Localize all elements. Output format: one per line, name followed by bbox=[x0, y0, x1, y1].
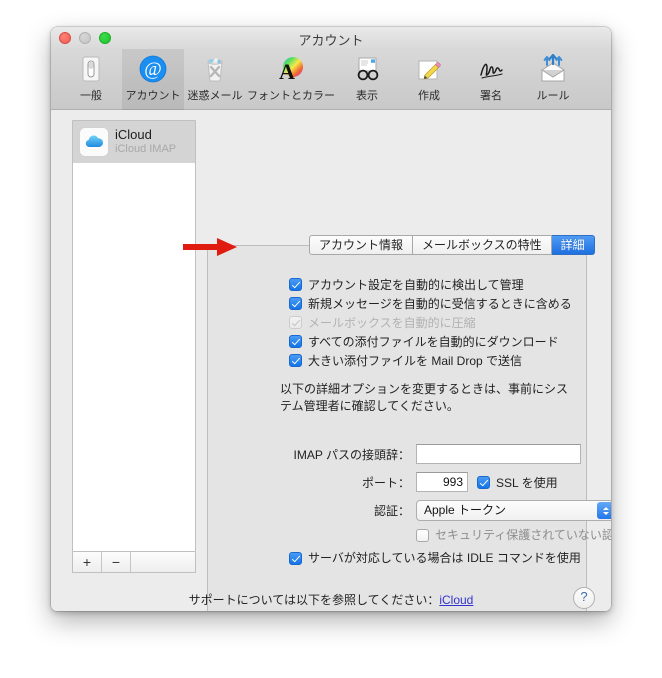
toolbar-item-fonts-colors[interactable]: A フォントとカラー bbox=[246, 49, 336, 110]
preferences-toolbar: 一般 @ アカウント 迷惑メール A フォントとカラー 表示 作成 署名 ルール bbox=[51, 49, 611, 110]
checkbox-use-ssl[interactable] bbox=[477, 475, 490, 489]
junk-icon bbox=[199, 53, 231, 85]
svg-text:A: A bbox=[279, 59, 295, 84]
port-row: ポート： SSL を使用 bbox=[280, 472, 558, 492]
toolbar-label-rules: ルール bbox=[536, 90, 570, 102]
idle-command-row[interactable]: サーバが対応している場合は IDLE コマンドを使用 bbox=[289, 549, 581, 566]
support-text: サポートについては以下を参照してください： bbox=[188, 593, 440, 607]
support-link-icloud[interactable]: iCloud bbox=[439, 593, 473, 607]
checkbox-allow-insecure-auth[interactable] bbox=[416, 529, 429, 542]
checkbox-label-download-attachments: すべての添付ファイルを自動的にダウンロード bbox=[308, 335, 559, 349]
account-text: iCloud iCloud IMAP bbox=[115, 128, 176, 156]
icloud-icon bbox=[79, 127, 109, 157]
add-account-button[interactable]: + bbox=[73, 552, 102, 572]
advanced-checkbox-group: アカウント設定を自動的に検出して管理 新規メッセージを自動的に受信するときに含め… bbox=[289, 276, 589, 371]
at-sign-icon: @ bbox=[137, 53, 169, 85]
toolbar-label-composing: 作成 bbox=[418, 90, 440, 102]
accounts-preferences-window: アカウント 一般 @ アカウント 迷惑メール A フォントとカラー 表示 作成 … bbox=[51, 27, 611, 611]
accounts-list[interactable]: iCloud iCloud IMAP bbox=[72, 120, 196, 552]
checkbox-row-mail-drop[interactable]: 大きい添付ファイルを Mail Drop で送信 bbox=[289, 352, 589, 370]
signature-icon bbox=[475, 53, 507, 85]
window-body: iCloud iCloud IMAP + − アカウント情報 メールボックスの特… bbox=[51, 110, 611, 611]
checkbox-mail-drop[interactable] bbox=[289, 354, 302, 367]
checkbox-label-auto-detect: アカウント設定を自動的に検出して管理 bbox=[308, 278, 524, 292]
checkbox-label-use-ssl: SSL を使用 bbox=[496, 475, 558, 490]
toolbar-label-junk: 迷惑メール bbox=[187, 90, 243, 102]
account-subtitle: iCloud IMAP bbox=[115, 143, 177, 156]
checkbox-label-allow-insecure-auth: セキュリティ保護されていない認証を許可 bbox=[435, 528, 611, 542]
toolbar-item-composing[interactable]: 作成 bbox=[398, 49, 460, 110]
imap-prefix-input[interactable] bbox=[416, 444, 581, 464]
checkbox-include-new-messages[interactable] bbox=[289, 297, 302, 310]
tab-mailbox-behaviors[interactable]: メールボックスの特性 bbox=[413, 235, 552, 255]
checkbox-row-include-new-messages[interactable]: 新規メッセージを自動的に受信するときに含める bbox=[289, 295, 589, 313]
port-label: ポート： bbox=[361, 475, 410, 490]
imap-prefix-label: IMAP パスの接頭辞： bbox=[293, 447, 410, 462]
insecure-auth-row[interactable]: セキュリティ保護されていない認証を許可 bbox=[416, 526, 611, 543]
window-titlebar: アカウント bbox=[51, 27, 611, 49]
footer-spacer bbox=[131, 552, 195, 572]
authentication-select[interactable]: Apple トークン bbox=[416, 500, 611, 521]
toolbar-item-general[interactable]: 一般 bbox=[60, 49, 122, 110]
viewing-icon bbox=[351, 53, 383, 85]
checkbox-row-compact-mailboxes: メールボックスを自動的に圧縮 bbox=[289, 314, 589, 332]
advanced-options-note: 以下の詳細オプションを変更するときは、事前にシステム管理者に確認してください。 bbox=[280, 382, 569, 413]
account-name: iCloud bbox=[115, 128, 152, 143]
chevron-updown-icon bbox=[597, 502, 611, 519]
list-item-icloud[interactable]: iCloud iCloud IMAP bbox=[73, 121, 195, 163]
svg-text:@: @ bbox=[144, 59, 162, 80]
imap-prefix-row: IMAP パスの接頭辞： bbox=[280, 444, 581, 464]
checkbox-label-use-idle-command: サーバが対応している場合は IDLE コマンドを使用 bbox=[308, 551, 581, 565]
toolbar-label-general: 一般 bbox=[80, 90, 102, 102]
remove-account-button[interactable]: − bbox=[102, 552, 131, 572]
general-icon bbox=[75, 53, 107, 85]
checkbox-row-auto-detect[interactable]: アカウント設定を自動的に検出して管理 bbox=[289, 276, 589, 294]
checkbox-download-attachments[interactable] bbox=[289, 335, 302, 348]
accounts-list-footer: + − bbox=[72, 552, 196, 573]
toolbar-item-accounts[interactable]: @ アカウント bbox=[122, 49, 184, 110]
checkbox-compact-mailboxes bbox=[289, 316, 302, 329]
toolbar-item-rules[interactable]: ルール bbox=[522, 49, 584, 110]
toolbar-label-fonts-colors: フォントとカラー bbox=[247, 90, 335, 102]
window-title: アカウント bbox=[298, 33, 364, 48]
support-text-row: サポートについては以下を参照してください：iCloud bbox=[51, 591, 611, 608]
fonts-colors-icon: A bbox=[275, 53, 307, 85]
screenshot-root: アカウント 一般 @ アカウント 迷惑メール A フォントとカラー 表示 作成 … bbox=[0, 0, 662, 678]
composing-icon bbox=[413, 53, 445, 85]
help-button[interactable]: ? bbox=[573, 587, 595, 609]
authentication-row: 認証： Apple トークン bbox=[280, 500, 611, 521]
checkbox-row-download-attachments[interactable]: すべての添付ファイルを自動的にダウンロード bbox=[289, 333, 589, 351]
toolbar-label-signatures: 署名 bbox=[480, 90, 502, 102]
port-input[interactable] bbox=[416, 472, 468, 492]
rules-icon bbox=[537, 53, 569, 85]
checkbox-label-include-new-messages: 新規メッセージを自動的に受信するときに含める bbox=[308, 297, 572, 311]
authentication-value: Apple トークン bbox=[424, 503, 507, 517]
checkbox-label-mail-drop: 大きい添付ファイルを Mail Drop で送信 bbox=[308, 354, 523, 368]
settings-tabs: アカウント情報 メールボックスの特性 詳細 bbox=[309, 235, 595, 255]
toolbar-item-junk[interactable]: 迷惑メール bbox=[184, 49, 246, 110]
toolbar-label-accounts: アカウント bbox=[125, 90, 181, 102]
toolbar-item-viewing[interactable]: 表示 bbox=[336, 49, 398, 110]
authentication-label: 認証： bbox=[373, 504, 410, 518]
tab-advanced[interactable]: 詳細 bbox=[551, 235, 595, 255]
tab-account-information[interactable]: アカウント情報 bbox=[309, 235, 414, 255]
checkbox-auto-detect[interactable] bbox=[289, 278, 302, 291]
toolbar-item-signatures[interactable]: 署名 bbox=[460, 49, 522, 110]
checkbox-label-compact-mailboxes: メールボックスを自動的に圧縮 bbox=[308, 316, 476, 330]
checkbox-use-idle-command[interactable] bbox=[289, 552, 302, 565]
toolbar-label-viewing: 表示 bbox=[356, 90, 378, 102]
